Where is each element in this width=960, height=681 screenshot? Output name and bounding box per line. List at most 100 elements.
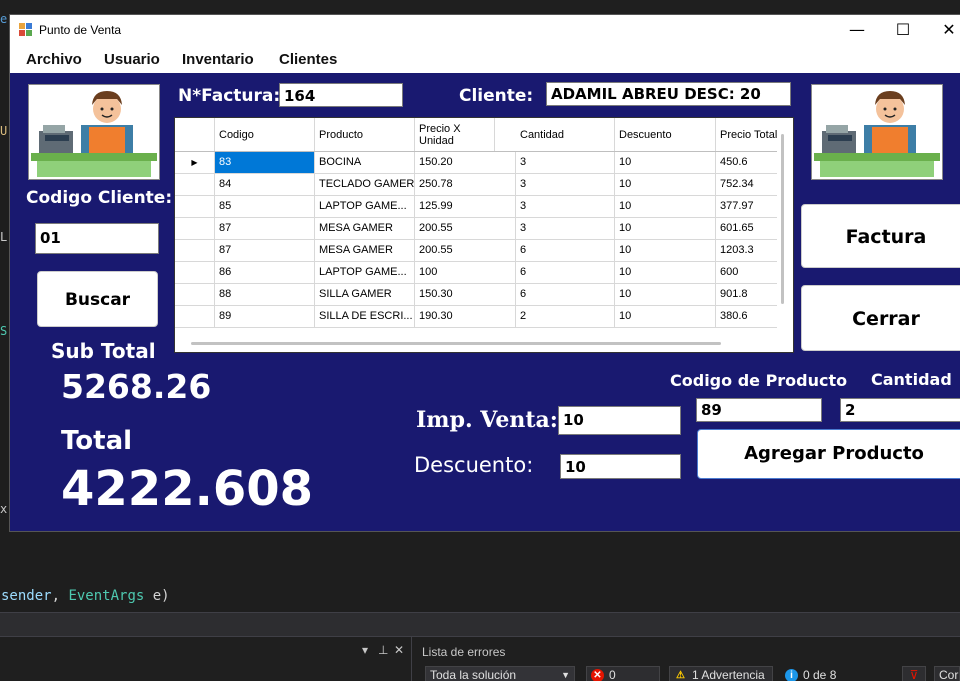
table-cell[interactable]: LAPTOP GAME... bbox=[315, 262, 415, 283]
buscar-button[interactable]: Buscar bbox=[37, 271, 158, 327]
column-header[interactable]: Precio Total bbox=[716, 118, 777, 151]
table-cell[interactable]: SILLA DE ESCRI... bbox=[315, 306, 415, 327]
agregar-producto-button[interactable]: Agregar Producto bbox=[697, 429, 960, 479]
table-cell[interactable]: SILLA GAMER bbox=[315, 284, 415, 305]
row-header[interactable] bbox=[175, 284, 215, 305]
table-cell[interactable]: 10 bbox=[615, 196, 716, 217]
menu-usuario[interactable]: Usuario bbox=[104, 51, 160, 68]
column-header[interactable]: Descuento bbox=[615, 118, 716, 151]
table-cell[interactable]: 10 bbox=[615, 284, 716, 305]
factura-field[interactable]: 164 bbox=[279, 83, 403, 107]
table-cell[interactable]: 100 bbox=[415, 262, 516, 283]
messages-filter[interactable]: i 0 de 8 Mensajes bbox=[780, 666, 894, 681]
table-cell[interactable]: 10 bbox=[615, 240, 716, 261]
cerrar-button[interactable]: Cerrar bbox=[801, 285, 960, 351]
errors-filter[interactable]: ✕ 0 Errores bbox=[586, 666, 660, 681]
table-cell[interactable]: 901.8 bbox=[716, 284, 777, 305]
table-cell[interactable]: 10 bbox=[615, 152, 716, 173]
minimize-icon[interactable]: — bbox=[834, 15, 880, 45]
table-cell[interactable]: 190.30 bbox=[415, 306, 516, 327]
menu-clientes[interactable]: Clientes bbox=[279, 51, 337, 68]
column-header[interactable]: Cantidad bbox=[516, 118, 615, 151]
table-cell[interactable]: 10 bbox=[615, 174, 716, 195]
row-header[interactable] bbox=[175, 240, 215, 261]
grid-vertical-scrollbar[interactable] bbox=[781, 134, 784, 304]
table-cell[interactable]: 85 bbox=[215, 196, 315, 217]
table-cell[interactable]: BOCINA bbox=[315, 152, 415, 173]
table-cell[interactable]: 86 bbox=[215, 262, 315, 283]
descuento-field[interactable]: 10 bbox=[560, 454, 681, 479]
filter-icon[interactable]: ⊽ bbox=[902, 666, 926, 681]
codigo-cliente-field[interactable]: 01 bbox=[35, 223, 159, 254]
table-cell[interactable]: 600 bbox=[716, 262, 777, 283]
table-row[interactable]: 87 MESA GAMER 200.55 3 10 601.65 bbox=[175, 218, 777, 240]
grid-horizontal-scrollbar[interactable] bbox=[191, 342, 721, 345]
maximize-icon[interactable]: ☐ bbox=[880, 15, 926, 45]
row-header[interactable] bbox=[175, 218, 215, 239]
scope-select[interactable]: Toda la solución ▼ bbox=[425, 666, 575, 681]
table-cell[interactable]: 2 bbox=[516, 306, 615, 327]
table-row[interactable]: 85 LAPTOP GAME... 125.99 3 10 377.97 bbox=[175, 196, 777, 218]
table-cell[interactable]: 87 bbox=[215, 218, 315, 239]
close-icon[interactable]: ✕ bbox=[394, 643, 404, 657]
title-bar[interactable]: Punto de Venta — ☐ ✕ bbox=[10, 15, 960, 45]
products-grid[interactable]: Codigo Producto Precio X Unidad Cantidad… bbox=[174, 117, 794, 353]
pin-icon[interactable]: ⊥ bbox=[378, 643, 388, 657]
menu-inventario[interactable]: Inventario bbox=[182, 51, 254, 68]
row-header[interactable] bbox=[175, 174, 215, 195]
table-row[interactable]: 84 TECLADO GAMER 250.78 3 10 752.34 bbox=[175, 174, 777, 196]
table-cell[interactable]: 150.30 bbox=[415, 284, 516, 305]
table-cell[interactable]: 200.55 bbox=[415, 218, 516, 239]
table-cell[interactable]: 84 bbox=[215, 174, 315, 195]
table-cell[interactable]: 10 bbox=[615, 262, 716, 283]
table-cell[interactable]: 752.34 bbox=[716, 174, 777, 195]
table-cell[interactable]: 6 bbox=[516, 284, 615, 305]
close-window-icon[interactable]: ✕ bbox=[926, 15, 960, 45]
table-cell[interactable]: MESA GAMER bbox=[315, 240, 415, 261]
warnings-filter[interactable]: ⚠ 1 Advertencia bbox=[669, 666, 773, 681]
row-header[interactable] bbox=[175, 262, 215, 283]
table-cell[interactable]: 3 bbox=[516, 196, 615, 217]
column-header[interactable]: Precio X Unidad bbox=[415, 118, 495, 151]
table-cell[interactable]: 87 bbox=[215, 240, 315, 261]
table-cell[interactable]: 200.55 bbox=[415, 240, 516, 261]
column-header[interactable]: Producto bbox=[315, 118, 415, 151]
table-cell[interactable]: 150.20 bbox=[415, 152, 516, 173]
imp-venta-field[interactable]: 10 bbox=[558, 406, 681, 435]
panel-dropdown-icon[interactable]: ▾ bbox=[362, 643, 368, 657]
row-header[interactable] bbox=[175, 306, 215, 327]
table-cell[interactable]: 450.6 bbox=[716, 152, 777, 173]
factura-button[interactable]: Factura bbox=[801, 204, 960, 268]
table-row[interactable]: ▶ 83 BOCINA 150.20 3 10 450.6 bbox=[175, 152, 777, 174]
table-cell[interactable]: 10 bbox=[615, 306, 716, 327]
table-cell[interactable]: 83 bbox=[215, 152, 315, 173]
table-cell[interactable]: 6 bbox=[516, 240, 615, 261]
table-row[interactable]: 88 SILLA GAMER 150.30 6 10 901.8 bbox=[175, 284, 777, 306]
table-cell[interactable]: 250.78 bbox=[415, 174, 516, 195]
table-cell[interactable]: 1203.3 bbox=[716, 240, 777, 261]
table-cell[interactable]: MESA GAMER bbox=[315, 218, 415, 239]
menu-archivo[interactable]: Archivo bbox=[26, 51, 82, 68]
table-cell[interactable]: 6 bbox=[516, 262, 615, 283]
table-cell[interactable]: 89 bbox=[215, 306, 315, 327]
table-cell[interactable]: TECLADO GAMER bbox=[315, 174, 415, 195]
row-header[interactable]: ▶ bbox=[175, 152, 215, 173]
table-cell[interactable]: 3 bbox=[516, 152, 615, 173]
truncated-dropdown[interactable]: Cor bbox=[934, 666, 960, 681]
table-cell[interactable]: 125.99 bbox=[415, 196, 516, 217]
cantidad-field[interactable]: 2 bbox=[840, 398, 960, 422]
table-cell[interactable]: 3 bbox=[516, 218, 615, 239]
table-cell[interactable]: 3 bbox=[516, 174, 615, 195]
table-cell[interactable]: 10 bbox=[615, 218, 716, 239]
table-cell[interactable]: 377.97 bbox=[716, 196, 777, 217]
row-header[interactable] bbox=[175, 196, 215, 217]
table-cell[interactable]: 601.65 bbox=[716, 218, 777, 239]
cliente-field[interactable]: ADAMIL ABREU DESC: 20 bbox=[546, 82, 791, 106]
table-row[interactable]: 86 LAPTOP GAME... 100 6 10 600 bbox=[175, 262, 777, 284]
codigo-producto-field[interactable]: 89 bbox=[696, 398, 822, 422]
table-row[interactable]: 87 MESA GAMER 200.55 6 10 1203.3 bbox=[175, 240, 777, 262]
table-row[interactable]: 89 SILLA DE ESCRI... 190.30 2 10 380.6 bbox=[175, 306, 777, 328]
table-cell[interactable]: 88 bbox=[215, 284, 315, 305]
column-header[interactable]: Codigo bbox=[215, 118, 315, 151]
table-cell[interactable]: LAPTOP GAME... bbox=[315, 196, 415, 217]
